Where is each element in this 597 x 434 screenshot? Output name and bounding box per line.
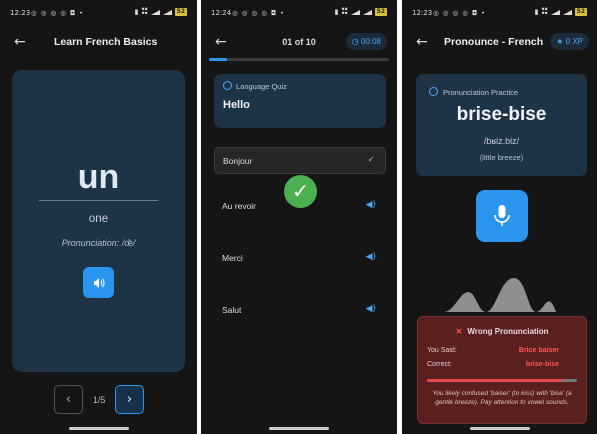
status-time: 12:23 [10, 9, 31, 17]
record-button[interactable] [476, 190, 528, 242]
divider [39, 200, 158, 201]
page-title: Pronounce - French [444, 36, 544, 48]
status-time: 12:24 [211, 9, 232, 17]
next-card-button[interactable]: › [115, 385, 144, 414]
you-said-value: Brice baiser [518, 347, 559, 354]
timer-value: 00:08 [360, 37, 381, 46]
network-speed-icon: ▪▪ ▪▪ [341, 7, 348, 16]
quiz-progress-bar [209, 58, 389, 61]
pronunciation-screen: 12:23 ◎ ◎ ◎ ◎ ◘ • ▮ ▪▪ ▪▪ 52 ← Pronounce … [402, 0, 597, 434]
notification-icons: ◎ ◎ ◎ ◎ ◘ • [31, 9, 84, 17]
error-feedback-card: ✕ Wrong Pronunciation You Said: Brice ba… [417, 316, 587, 424]
correct-label: Correct: [427, 361, 452, 368]
vibrate-icon: ▮ [134, 8, 139, 16]
timer-badge: ◷ 00:08 [345, 33, 387, 50]
question-word: Hello [223, 99, 250, 111]
status-right: ▮ ▪▪ ▪▪ 52 [534, 7, 587, 16]
status-right: ▮ ▪▪ ▪▪ 52 [134, 7, 187, 16]
back-arrow-icon[interactable]: ← [416, 34, 432, 50]
error-explanation: You likely confused 'baiser' (to kiss) w… [432, 390, 572, 406]
status-bar: 12:23 ◎ ◎ ◎ ◎ ◘ • ▮ ▪▪ ▪▪ 52 [402, 0, 597, 26]
vibrate-icon: ▮ [334, 8, 339, 16]
answer-option[interactable]: Merci ◀) [214, 245, 386, 272]
chevron-left-icon: ‹ [65, 392, 72, 407]
accuracy-bar [427, 379, 577, 382]
answer-label: Salut [222, 305, 242, 315]
answer-option[interactable]: Bonjour ✓ [214, 147, 386, 174]
notification-icons: ◎ ◎ ◎ ◎ ◘ • [433, 9, 486, 17]
question-card: Language Quiz Hello [214, 74, 386, 128]
network-speed-icon: ▪▪ ▪▪ [141, 7, 148, 16]
error-title-text: Wrong Pronunciation [467, 327, 549, 336]
flashcard-translation: one [88, 213, 109, 225]
play-audio-button[interactable] [83, 267, 114, 298]
accuracy-bar-fill [427, 379, 562, 382]
answer-label: Merci [222, 253, 243, 263]
quiz-screen: 12:24 ◎ ◎ ◎ ◎ ◘ • ▮ ▪▪ ▪▪ 52 ← 01 of 10 ◷… [201, 0, 397, 434]
clock-icon: ◷ [351, 37, 359, 46]
signal-icon-2 [162, 9, 172, 15]
card-label: Pronunciation Practice [443, 88, 519, 97]
signal-icon [150, 9, 160, 15]
close-x-icon: ✕ [455, 327, 463, 336]
signal-icon [350, 9, 360, 15]
phonetic-transcription: /bʁiz.biz/ [483, 136, 520, 146]
page-title: Learn French Basics [54, 36, 158, 48]
home-indicator[interactable] [469, 427, 530, 430]
battery-icon: 52 [174, 8, 187, 16]
correct-value: brise-bise [525, 361, 559, 368]
home-indicator[interactable] [269, 427, 329, 430]
audio-waveform [444, 278, 556, 312]
pronunciation-card: Pronunciation Practice brise-bise /bʁiz.… [416, 74, 587, 176]
network-speed-icon: ▪▪ ▪▪ [541, 7, 548, 16]
answer-label: Au revoir [222, 201, 257, 211]
signal-icon-2 [362, 9, 372, 15]
chevron-right-icon: › [126, 392, 133, 407]
flashcard-word: un [77, 158, 120, 196]
word-meaning: (little breeze) [479, 153, 524, 162]
flashcard-screen: 12:23 ◎ ◎ ◎ ◎ ◘ • ▮ ▪▪ ▪▪ 52 ← Learn Fren… [0, 0, 197, 434]
speaker-icon [93, 278, 104, 288]
card-pager: 1/5 [92, 395, 106, 405]
answer-label: Bonjour [223, 156, 253, 166]
notification-icons: ◎ ◎ ◎ ◎ ◘ • [232, 9, 285, 17]
correct-row: Correct: brise-bise [427, 361, 577, 368]
flashcard-pronunciation: Pronunciation: /œ̃/ [61, 238, 136, 248]
signal-icon-2 [562, 9, 572, 15]
answer-option[interactable]: Salut ◀) [214, 297, 386, 324]
signal-icon [550, 9, 560, 15]
you-said-label: You Said: [427, 347, 457, 354]
battery-icon: 52 [574, 8, 587, 16]
you-said-row: You Said: Brice baiser [427, 347, 577, 354]
globe-icon [429, 87, 438, 96]
status-time: 12:23 [412, 9, 433, 17]
question-label: Language Quiz [236, 82, 287, 91]
speaker-icon[interactable]: ◀) [366, 252, 376, 262]
home-indicator[interactable] [68, 427, 129, 430]
correct-check-icon: ✓ [284, 175, 317, 208]
flashcard[interactable]: un one Pronunciation: /œ̃/ [12, 70, 185, 372]
check-icon: ✓ [367, 155, 375, 165]
back-arrow-icon[interactable]: ← [14, 34, 30, 50]
quiz-progress-fill [209, 58, 227, 61]
status-right: ▮ ▪▪ ▪▪ 52 [334, 7, 387, 16]
microphone-icon [494, 205, 510, 226]
globe-icon [223, 81, 232, 90]
error-title: ✕ Wrong Pronunciation [418, 327, 586, 336]
practice-word: brise-bise [456, 104, 547, 125]
speaker-icon[interactable]: ◀) [366, 304, 376, 314]
previous-card-button[interactable]: ‹ [54, 385, 83, 414]
speaker-icon[interactable]: ◀) [366, 200, 376, 210]
battery-icon: 52 [374, 8, 387, 16]
vibrate-icon: ▮ [534, 8, 539, 16]
status-bar: 12:23 ◎ ◎ ◎ ◎ ◘ • ▮ ▪▪ ▪▪ 52 [0, 0, 197, 26]
xp-badge: ★ 0 XP [550, 33, 589, 50]
status-bar: 12:24 ◎ ◎ ◎ ◎ ◘ • ▮ ▪▪ ▪▪ 52 [201, 0, 397, 26]
xp-value: 0 XP [565, 37, 583, 46]
star-icon: ★ [556, 37, 564, 46]
